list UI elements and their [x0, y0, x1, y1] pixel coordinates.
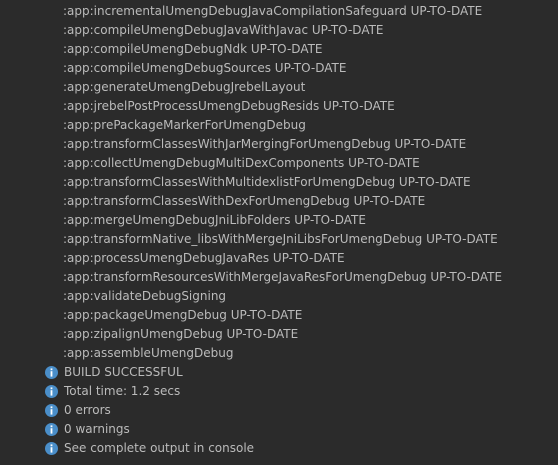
- status-text: 0 warnings: [64, 422, 130, 436]
- status-text: 0 errors: [64, 403, 111, 417]
- info-icon: [45, 385, 58, 398]
- task-line: :app:validateDebugSigning: [63, 289, 227, 303]
- task-line: :app:generateUmengDebugJrebelLayout: [63, 80, 306, 94]
- task-line: :app:transformClassesWithDexForUmengDebu…: [63, 194, 426, 208]
- task-line: :app:mergeUmengDebugJniLibFolders UP-TO-…: [63, 213, 366, 227]
- task-line: :app:assembleUmengDebug: [63, 346, 234, 360]
- status-text: BUILD SUCCESSFUL: [64, 365, 183, 379]
- task-line: :app:compileUmengDebugNdk UP-TO-DATE: [63, 42, 323, 56]
- info-icon: [45, 442, 58, 455]
- status-total-time[interactable]: Total time: 1.2 secs: [0, 382, 558, 401]
- task-line: :app:transformClassesWithJarMergingForUm…: [63, 137, 467, 151]
- status-see-console[interactable]: See complete output in console: [0, 439, 558, 458]
- task-line: :app:compileUmengDebugSources UP-TO-DATE: [63, 61, 347, 75]
- task-line: :app:processUmengDebugJavaRes UP-TO-DATE: [63, 251, 345, 265]
- gradle-console: :app:incrementalUmengDebugJavaCompilatio…: [0, 0, 558, 465]
- task-line: :app:collectUmengDebugMultiDexComponents…: [63, 156, 420, 170]
- task-line: :app:packageUmengDebug UP-TO-DATE: [63, 308, 303, 322]
- task-line: :app:transformNative_libsWithMergeJniLib…: [63, 232, 498, 246]
- info-icon: [45, 423, 58, 436]
- task-line: :app:compileUmengDebugJavaWithJavac UP-T…: [63, 23, 384, 37]
- task-line: :app:zipalignUmengDebug UP-TO-DATE: [63, 327, 299, 341]
- status-warnings[interactable]: 0 warnings: [0, 420, 558, 439]
- info-icon: [45, 366, 58, 379]
- task-line: :app:jrebelPostProcessUmengDebugResids U…: [63, 99, 395, 113]
- task-line: :app:transformResourcesWithMergeJavaResF…: [63, 270, 503, 284]
- info-icon: [45, 404, 58, 417]
- task-line: :app:prePackageMarkerForUmengDebug: [63, 118, 306, 132]
- task-line: :app:incrementalUmengDebugJavaCompilatio…: [63, 4, 483, 18]
- status-build-successful[interactable]: BUILD SUCCESSFUL: [0, 363, 558, 382]
- task-line: :app:transformClassesWithMultidexlistFor…: [63, 175, 471, 189]
- status-text: Total time: 1.2 secs: [64, 384, 181, 398]
- status-text: See complete output in console: [64, 441, 255, 455]
- status-errors[interactable]: 0 errors: [0, 401, 558, 420]
